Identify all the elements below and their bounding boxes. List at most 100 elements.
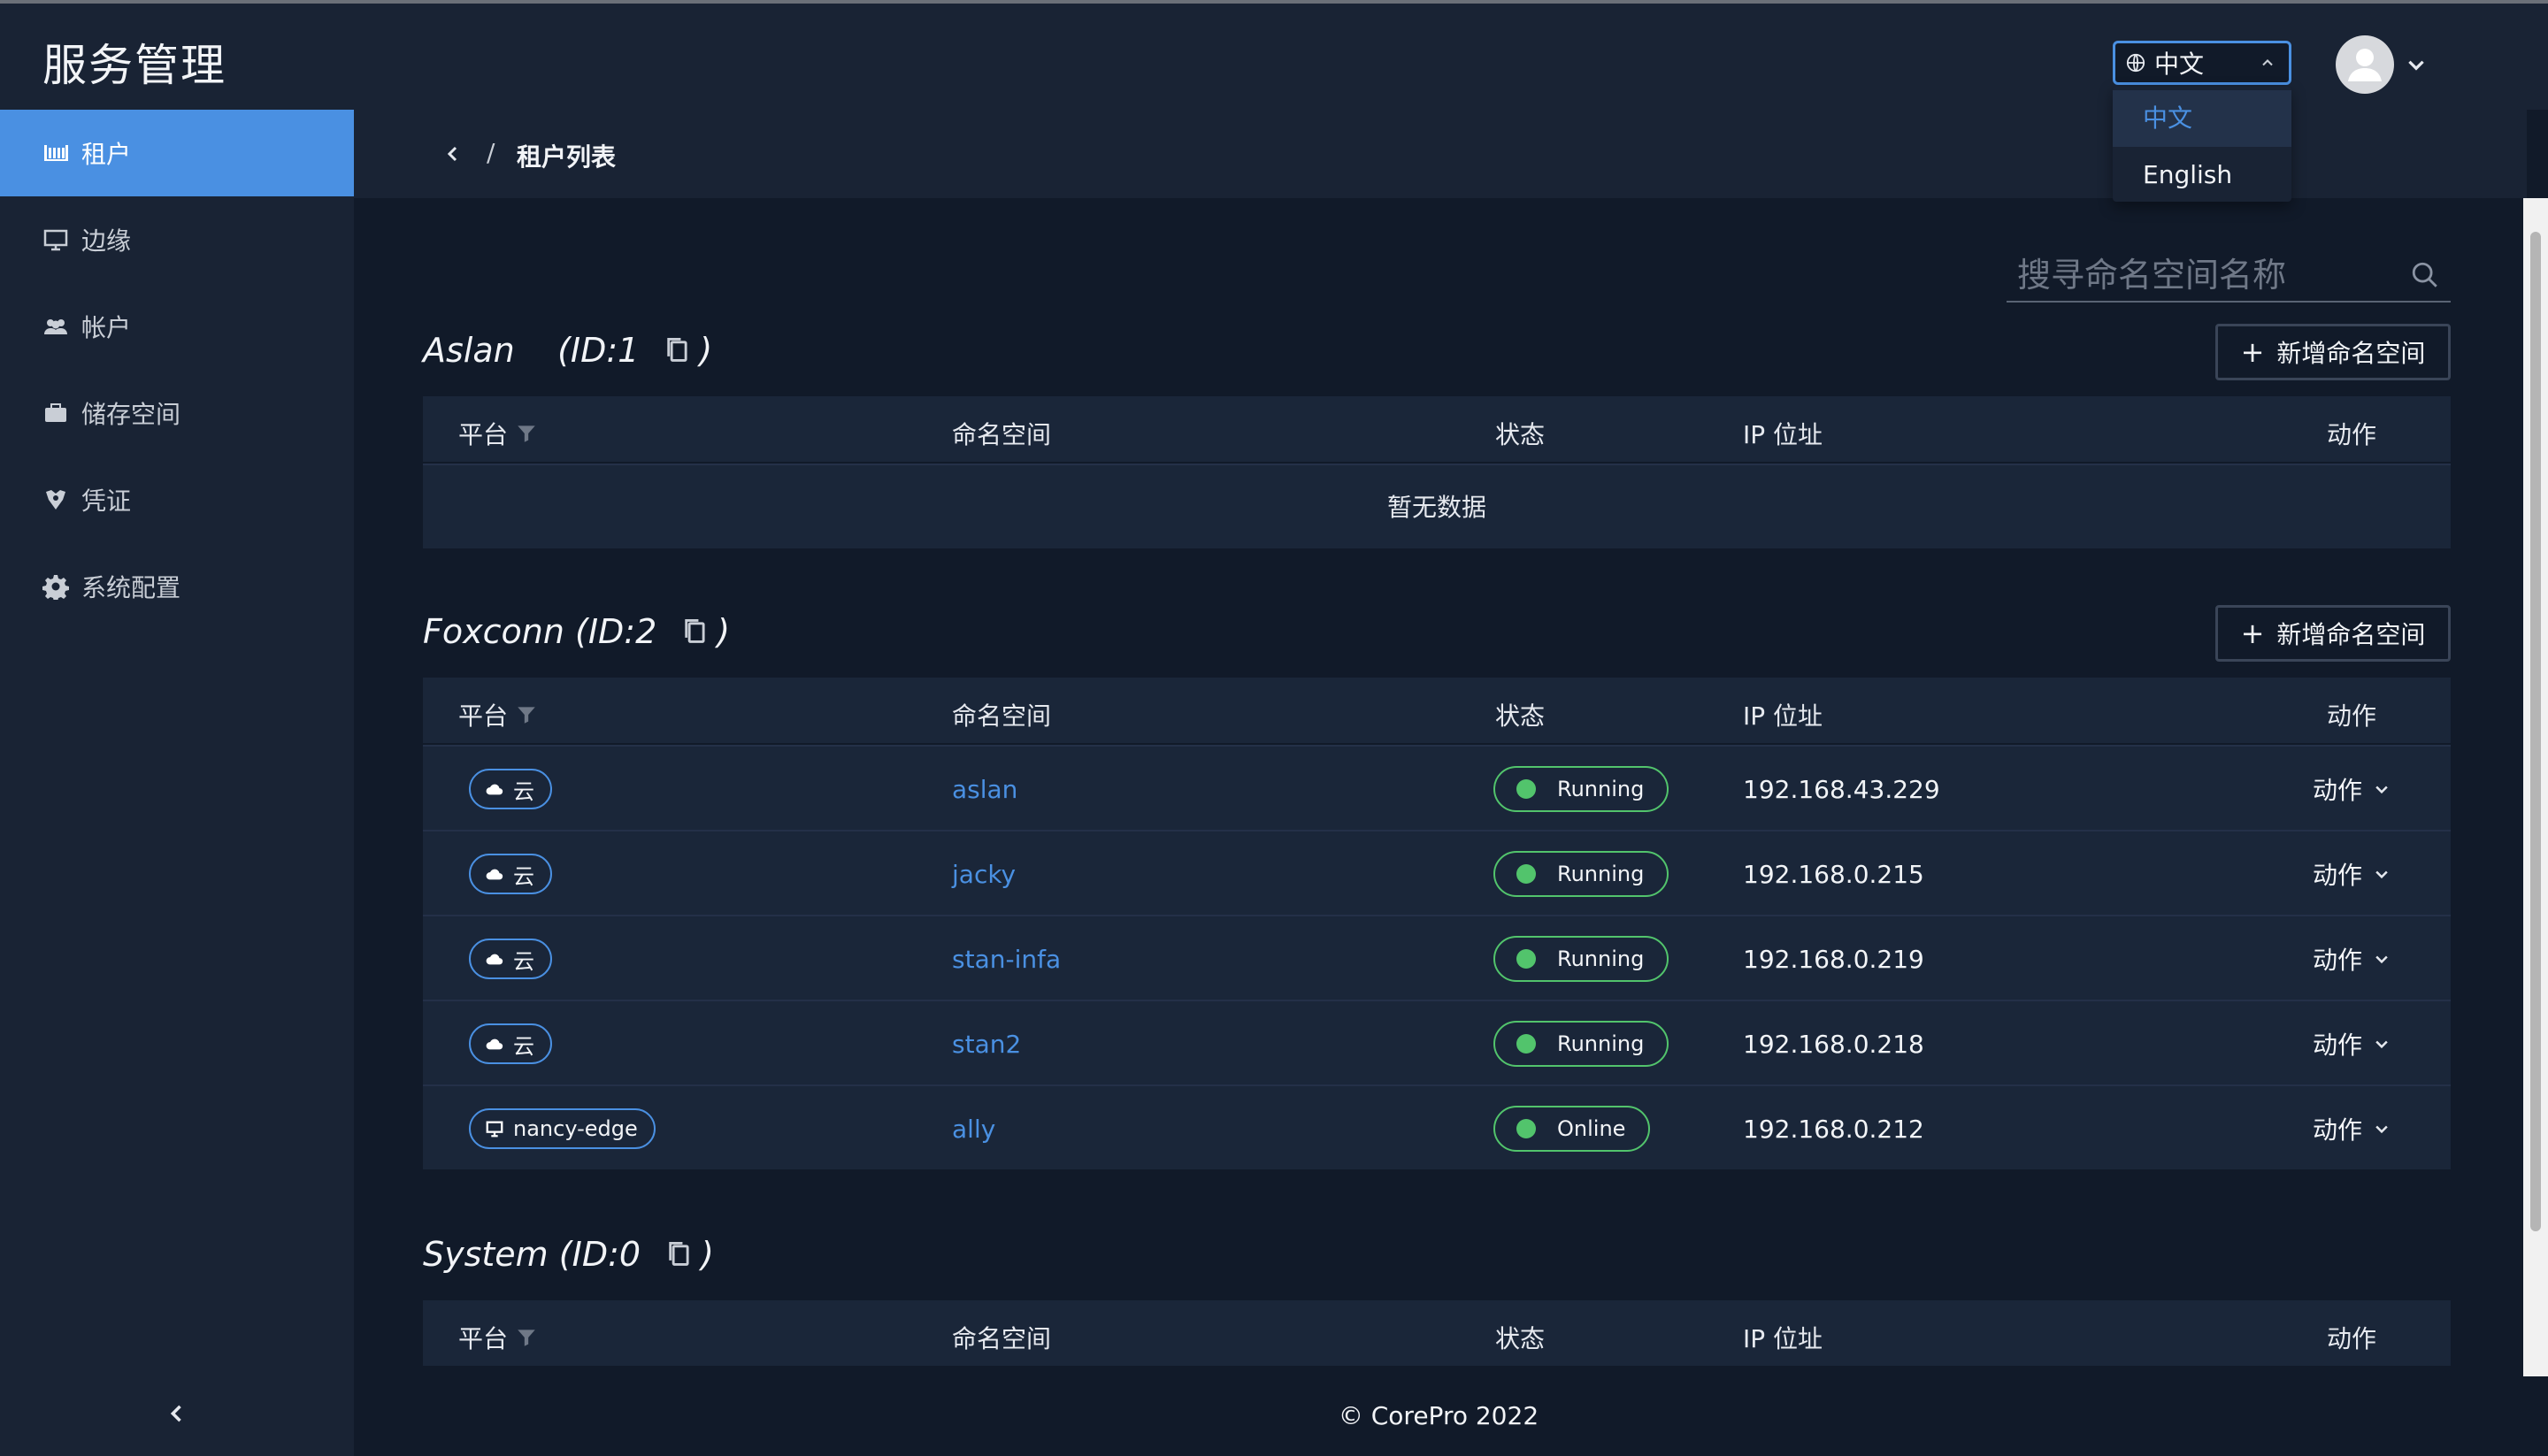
chevron-down-icon xyxy=(2375,955,2388,964)
column-platform: 平台 xyxy=(458,1320,538,1355)
status-label: Online xyxy=(1557,1116,1626,1141)
platform-tag: 云 xyxy=(469,854,552,894)
action-dropdown[interactable]: 动作 xyxy=(2313,1111,2391,1146)
ip-cell: 192.168.43.229 xyxy=(1743,774,1940,804)
status-cell: Running xyxy=(1493,747,1669,831)
namespace-link[interactable]: stan2 xyxy=(952,1030,1021,1059)
chevron-down-icon xyxy=(2375,1125,2388,1134)
footer: © CorePro 2022 xyxy=(354,1376,2523,1456)
action-label: 动作 xyxy=(2313,1031,2363,1060)
search-icon[interactable] xyxy=(2410,260,2440,290)
tenant-name: Foxconn xyxy=(423,612,564,651)
add-namespace-button[interactable]: + 新增命名空间 xyxy=(2215,324,2451,380)
namespace-link[interactable]: ally xyxy=(952,1115,995,1144)
copy-icon[interactable] xyxy=(665,336,690,364)
platform-tag: 云 xyxy=(469,769,552,809)
tenant-name: System xyxy=(423,1235,549,1274)
namespace-table: 平台 命名空间 状态 IP 位址 动作 云 aslan Running 192.… xyxy=(423,678,2451,1169)
copy-icon[interactable] xyxy=(683,617,708,646)
status-badge: Running xyxy=(1493,936,1669,982)
back-icon[interactable] xyxy=(442,143,464,165)
avatar[interactable] xyxy=(2336,35,2394,94)
chevron-down-icon[interactable] xyxy=(2405,53,2428,76)
sidebar-item-edge[interactable]: 边缘 xyxy=(0,196,354,283)
chevron-down-icon xyxy=(2375,870,2388,879)
language-option-zh[interactable]: 中文 xyxy=(2113,90,2291,147)
collapse-sidebar-icon[interactable] xyxy=(165,1401,189,1426)
tenant-title: Foxconn (ID:2 ) xyxy=(423,612,730,651)
chevron-up-icon xyxy=(2262,59,2273,66)
platform-tag: nancy-edge xyxy=(469,1108,656,1149)
action-cell: 动作 xyxy=(2313,1086,2391,1171)
sidebar-item-label: 凭证 xyxy=(81,487,132,516)
column-action: 动作 xyxy=(2327,420,2377,449)
language-selected-label: 中文 xyxy=(2154,50,2205,79)
sidebar-item-accounts[interactable]: 帐户 xyxy=(0,283,354,370)
platform-tag: 云 xyxy=(469,939,552,979)
plus-icon: + xyxy=(2240,335,2265,369)
sidebar-item-label: 帐户 xyxy=(81,313,132,342)
status-badge: Online xyxy=(1493,1106,1651,1152)
platform-label: 云 xyxy=(513,863,534,889)
add-namespace-button[interactable]: + 新增命名空间 xyxy=(2215,605,2451,662)
language-option-en[interactable]: English xyxy=(2113,147,2291,203)
namespace-link[interactable]: jacky xyxy=(952,860,1016,889)
empty-placeholder: 暂无数据 xyxy=(423,464,2451,548)
action-cell: 动作 xyxy=(2313,916,2391,1001)
status-badge: Running xyxy=(1493,1021,1669,1067)
ip-cell: 192.168.0.215 xyxy=(1743,859,1924,889)
action-label: 动作 xyxy=(2313,946,2363,975)
column-action: 动作 xyxy=(2327,1324,2377,1353)
sidebar-item-storage[interactable]: 储存空间 xyxy=(0,370,354,456)
status-badge: Running xyxy=(1493,851,1669,897)
action-dropdown[interactable]: 动作 xyxy=(2313,771,2391,807)
platform-label: 云 xyxy=(513,1033,534,1059)
action-label: 动作 xyxy=(2313,1115,2363,1145)
cloud-icon xyxy=(486,869,503,880)
sidebar-item-system-config[interactable]: 系统配置 xyxy=(0,543,354,630)
action-dropdown[interactable]: 动作 xyxy=(2313,1026,2391,1061)
ip-cell: 192.168.0.219 xyxy=(1743,944,1924,974)
tenant-id: (ID:2 xyxy=(575,612,657,651)
platform-cell: 云 xyxy=(469,831,552,916)
app-title: 服务管理 xyxy=(42,40,226,91)
search-input[interactable] xyxy=(2017,253,2389,297)
sidebar-item-credentials[interactable]: 凭证 xyxy=(0,456,354,543)
table-row: 云 stan-infa Running 192.168.0.219 动作 xyxy=(423,915,2451,1000)
status-cell: Online xyxy=(1493,1086,1651,1171)
tenant-id: (ID:0 xyxy=(558,1235,641,1274)
namespace-link[interactable]: aslan xyxy=(952,775,1017,804)
sidebar-item-label: 系统配置 xyxy=(81,573,181,602)
sidebar-item-tenant[interactable]: 租户 xyxy=(0,110,354,196)
status-dot xyxy=(1516,1119,1536,1138)
copy-icon[interactable] xyxy=(667,1240,692,1268)
filter-icon[interactable] xyxy=(515,422,538,445)
ip-cell: 192.168.0.218 xyxy=(1743,1029,1924,1059)
credential-icon xyxy=(46,490,65,510)
tenant-title: System (ID:0 ) xyxy=(423,1235,714,1274)
table-row: 云 aslan Running 192.168.43.229 动作 xyxy=(423,745,2451,830)
status-label: Running xyxy=(1557,946,1645,971)
status-cell: Running xyxy=(1493,831,1669,916)
column-label: 平台 xyxy=(458,420,509,449)
column-namespace: 命名空间 xyxy=(952,701,1052,731)
filter-icon[interactable] xyxy=(515,1326,538,1349)
language-select[interactable]: 中文 xyxy=(2113,41,2291,85)
filter-icon[interactable] xyxy=(515,703,538,726)
action-dropdown[interactable]: 动作 xyxy=(2313,856,2391,892)
briefcase-icon xyxy=(45,403,66,422)
globe-icon xyxy=(2126,53,2145,73)
namespace-link[interactable]: stan-infa xyxy=(952,945,1061,974)
namespace-cell: stan2 xyxy=(952,1001,1021,1086)
scrollbar-thumb[interactable] xyxy=(2530,232,2541,1231)
tenant-title: Aslan (ID:1 ) xyxy=(423,331,712,370)
tenant-name: Aslan xyxy=(423,331,515,370)
platform-label: nancy-edge xyxy=(513,1116,638,1141)
gear-icon xyxy=(42,575,69,600)
monitor-icon xyxy=(486,1121,503,1138)
platform-cell: 云 xyxy=(469,916,552,1001)
action-dropdown[interactable]: 动作 xyxy=(2313,941,2391,977)
action-label: 动作 xyxy=(2313,776,2363,805)
status-dot xyxy=(1516,1034,1536,1054)
column-ip: IP 位址 xyxy=(1743,701,1823,731)
